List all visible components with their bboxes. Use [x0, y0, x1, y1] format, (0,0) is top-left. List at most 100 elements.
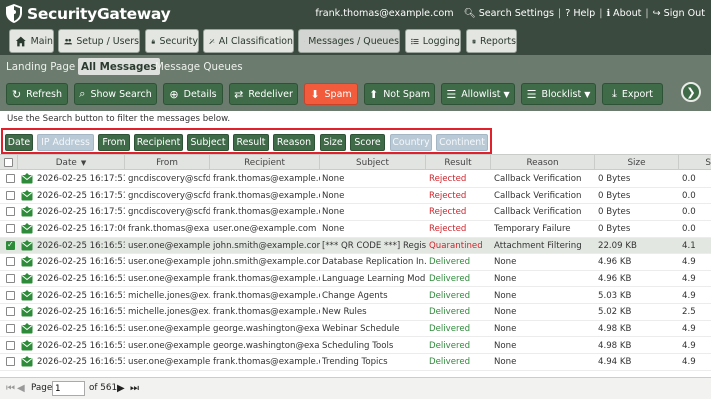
details-label: Details	[183, 88, 217, 100]
table-row[interactable]: 2026-02-25 16:17:51gncdiscovery@scfd...f…	[0, 171, 711, 188]
row-checkbox[interactable]	[6, 290, 15, 300]
row-checkbox[interactable]	[6, 340, 15, 350]
last-page-icon[interactable]: ⏭	[130, 383, 139, 394]
cell-recipient: frank.thomas@example.c...	[213, 174, 320, 184]
sign-out-link[interactable]: Sign Out	[664, 8, 705, 19]
filter-subject[interactable]: Subject	[187, 134, 229, 151]
column-score[interactable]: S	[679, 155, 711, 170]
table-row[interactable]: 2026-02-25 16:16:53 michelle.jones@ex... f…	[0, 304, 711, 321]
table-row[interactable]: 2026-02-25 16:16:53 user.one@example... fr…	[0, 354, 711, 371]
refresh-icon: ↻	[11, 87, 22, 101]
cell-date: 2026-02-25 16:16:53	[37, 240, 125, 251]
row-checkbox[interactable]	[6, 323, 15, 333]
refresh-button[interactable]: ↻ Refresh	[6, 83, 68, 105]
search-settings-link[interactable]: Search Settings	[479, 8, 554, 19]
column-result[interactable]: Result	[426, 155, 491, 170]
page-count: of 561	[89, 383, 118, 393]
details-button[interactable]: ⊕ Details	[163, 83, 223, 105]
nav-messages-queues[interactable]: Messages / Queues	[298, 29, 400, 53]
brand-logo[interactable]: SecurityGateway	[4, 3, 171, 24]
table-row[interactable]: 2026-02-25 16:16:53 user.one@example... fr…	[0, 270, 711, 288]
next-toolbar-button[interactable]: ❯	[681, 82, 701, 102]
next-page-icon[interactable]: ▶	[117, 383, 125, 394]
nav-reports-label: Reports	[480, 35, 516, 47]
column-reason[interactable]: Reason	[491, 155, 595, 170]
column-date[interactable]: Date ▼	[18, 155, 125, 170]
nav-ai-classification[interactable]: AI Classification	[203, 29, 294, 53]
about-link[interactable]: About	[613, 8, 641, 19]
cell-recipient: frank.thomas@example.c...	[213, 357, 320, 368]
envelope-status-icon	[21, 306, 33, 317]
allowlist-button[interactable]: ☰ Allowlist ▼	[441, 83, 515, 105]
filter-result[interactable]: Result	[233, 134, 269, 151]
cell-result: Quarantined	[429, 240, 483, 251]
row-checkbox[interactable]	[6, 357, 15, 367]
column-size[interactable]: Size	[595, 155, 679, 170]
nav-main[interactable]: Main	[9, 29, 54, 53]
row-checkbox[interactable]	[6, 273, 15, 283]
table-row[interactable]: 2026-02-25 16:16:53user.one@example...jo…	[0, 237, 711, 255]
filter-score[interactable]: Score	[350, 134, 385, 151]
pager-bar: ⏮ ◀ Page of 561 ▶ ⏭	[0, 377, 711, 399]
filter-ip-address[interactable]: IP Address	[37, 134, 94, 151]
first-page-icon[interactable]: ⏮	[6, 383, 15, 394]
nav-security[interactable]: Security	[145, 29, 199, 53]
column-subject[interactable]: Subject	[320, 155, 426, 170]
cell-score: 4.9	[682, 273, 696, 284]
prev-page-icon[interactable]: ◀	[17, 383, 25, 394]
select-all-checkbox[interactable]	[4, 158, 13, 167]
table-row[interactable]: 2026-02-25 16:16:53 user.one@example... ge…	[0, 337, 711, 355]
nav-reports[interactable]: Reports	[466, 29, 517, 53]
spam-button[interactable]: ⬇ Spam	[304, 83, 358, 105]
subtab-landing-page[interactable]: Landing Page	[3, 58, 78, 75]
row-checkbox[interactable]	[6, 257, 15, 267]
cell-score: 4.1	[682, 240, 696, 251]
column-recipient[interactable]: Recipient	[210, 155, 320, 170]
help-link[interactable]: Help	[573, 8, 595, 19]
row-checkbox[interactable]	[6, 240, 15, 250]
export-button[interactable]: ⤓ Export	[602, 83, 663, 105]
blocklist-button[interactable]: ☰ Blocklist ▼	[521, 83, 596, 105]
filter-recipient[interactable]: Recipient	[134, 134, 183, 151]
envelope-status-icon	[21, 289, 33, 301]
row-checkbox[interactable]	[6, 174, 15, 183]
not-spam-label: Not Spam	[383, 88, 431, 100]
cell-recipient: john.smith@example.com	[213, 257, 320, 268]
column-from[interactable]: From	[125, 155, 210, 170]
table-row[interactable]: 2026-02-25 16:16:53user.one@example...jo…	[0, 254, 711, 271]
redeliver-button[interactable]: ⇄ Redeliver	[229, 83, 298, 105]
filter-reason[interactable]: Reason	[273, 134, 315, 151]
cell-subject: None	[322, 174, 345, 184]
search-hint: Use the Search button to filter the mess…	[7, 114, 231, 124]
table-row[interactable]: 2026-02-25 16:17:51gncdiscovery@scfd...f…	[0, 187, 711, 205]
show-search-button[interactable]: ⌕ Show Search	[74, 83, 157, 105]
subtab-message-queues[interactable]: Message Queues	[152, 58, 246, 75]
cell-from: user.one@example...	[128, 357, 210, 368]
cell-score: 0.0	[682, 223, 696, 234]
cell-from: gncdiscovery@scfd...	[128, 174, 210, 184]
filter-size[interactable]: Size	[320, 134, 346, 151]
table-row[interactable]: 2026-02-25 16:17:51gncdiscovery@scfd...f…	[0, 204, 711, 221]
not-spam-button[interactable]: ⬆ Not Spam	[364, 83, 435, 105]
row-checkbox[interactable]	[6, 307, 15, 317]
subtab-all-messages[interactable]: All Messages	[78, 58, 160, 75]
cell-result: Delivered	[429, 323, 471, 334]
row-checkbox[interactable]	[6, 207, 15, 217]
filter-continent[interactable]: Continent	[436, 134, 488, 151]
chevron-down-icon: ▼	[584, 89, 591, 99]
row-checkbox[interactable]	[6, 223, 15, 233]
filter-from[interactable]: From	[98, 134, 130, 151]
nav-main-label: Main	[30, 35, 53, 47]
filter-date[interactable]: Date	[5, 134, 33, 151]
table-row[interactable]: 2026-02-25 16:16:53 michelle.jones@ex... f…	[0, 287, 711, 305]
cell-size: 4.98 KB	[598, 340, 632, 351]
help-icon: ?	[565, 8, 571, 19]
page-number-input[interactable]	[52, 381, 85, 396]
cell-size: 0 Bytes	[598, 207, 631, 218]
table-row[interactable]: 2026-02-25 16:16:53 user.one@example... ge…	[0, 320, 711, 338]
filter-country[interactable]: Country	[390, 134, 432, 151]
nav-logging[interactable]: Logging	[405, 29, 461, 53]
nav-setup-users[interactable]: Setup / Users	[58, 29, 140, 53]
table-row[interactable]: 2026-02-25 16:17:06 frank.thomas@exa... us…	[0, 220, 711, 238]
row-checkbox[interactable]	[6, 190, 15, 200]
